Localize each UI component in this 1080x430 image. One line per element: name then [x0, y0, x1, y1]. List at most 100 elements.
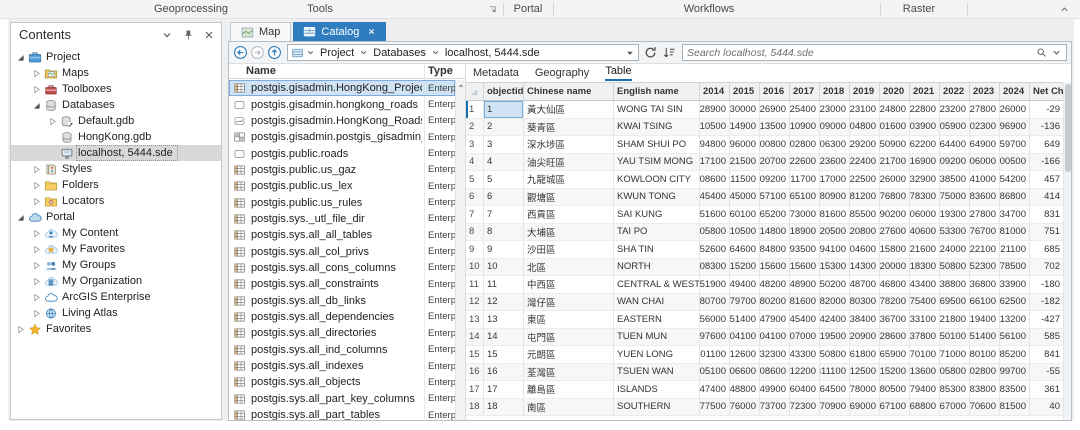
- cell-year-2018[interactable]: 182000: [820, 294, 850, 312]
- cell-year-2024[interactable]: 556100: [1000, 329, 1030, 347]
- cell-english-name[interactable]: TUEN MUN: [614, 329, 700, 347]
- cell-year-2024[interactable]: 454200: [1000, 171, 1030, 189]
- cell-year-2019[interactable]: 314300: [850, 259, 880, 277]
- row-number[interactable]: 5: [466, 171, 484, 189]
- cell-year-2023[interactable]: 427800: [970, 101, 1000, 119]
- cell-year-2019[interactable]: 178000: [850, 381, 880, 399]
- cell-english-name[interactable]: EASTERN: [614, 311, 700, 329]
- cell-year-2023[interactable]: 683600: [970, 189, 1000, 207]
- column-header-type[interactable]: Type: [428, 65, 453, 77]
- cell-year-2021[interactable]: 533100: [910, 311, 940, 329]
- cell-chinese-name[interactable]: 九龍城區: [524, 171, 614, 189]
- cell-net-change[interactable]: -166: [1030, 154, 1063, 172]
- cell-year-2021[interactable]: 179400: [910, 381, 940, 399]
- cell-chinese-name[interactable]: 灣仔區: [524, 294, 614, 312]
- cell-year-2015[interactable]: 249400: [730, 276, 760, 294]
- cell-year-2021[interactable]: 422800: [910, 101, 940, 119]
- cell-year-2016[interactable]: 426900: [760, 101, 790, 119]
- cell-chinese-name[interactable]: 深水埗區: [524, 136, 614, 154]
- cell-chinese-name[interactable]: 大埔區: [524, 224, 614, 242]
- ribbon-collapse-icon[interactable]: [1059, 4, 1070, 15]
- cell-objectid[interactable]: 2: [484, 119, 524, 137]
- cell-year-2015[interactable]: 551400: [730, 311, 760, 329]
- cell-year-2022[interactable]: 238800: [940, 276, 970, 294]
- list-item[interactable]: postgis.sys.all_directoriesEnterprise: [229, 325, 455, 341]
- row-number[interactable]: 17: [466, 381, 484, 399]
- cell-year-2022[interactable]: 423200: [940, 101, 970, 119]
- cell-chinese-name[interactable]: 屯門區: [524, 329, 614, 347]
- cell-year-2016[interactable]: 513500: [760, 119, 790, 137]
- cell-year-2021[interactable]: 678300: [910, 189, 940, 207]
- cell-year-2016[interactable]: 409200: [760, 171, 790, 189]
- cell-year-2016[interactable]: 314800: [760, 224, 790, 242]
- cell-english-name[interactable]: SHA TIN: [614, 241, 700, 259]
- expand-arrow-icon[interactable]: [31, 84, 42, 95]
- row-number[interactable]: 8: [466, 224, 484, 242]
- cell-year-2019[interactable]: 538400: [850, 311, 880, 329]
- cell-year-2014[interactable]: 317100: [700, 154, 730, 172]
- cell-english-name[interactable]: KOWLOON CITY: [614, 171, 700, 189]
- cell-year-2022[interactable]: 169500: [940, 294, 970, 312]
- cell-year-2015[interactable]: 504100: [730, 329, 760, 347]
- cell-objectid[interactable]: 10: [484, 259, 524, 277]
- cell-chinese-name[interactable]: 油尖旺區: [524, 154, 614, 172]
- tree-item-portal[interactable]: Portal: [11, 209, 221, 225]
- cell-year-2019[interactable]: 485500: [850, 206, 880, 224]
- cell-english-name[interactable]: WONG TAI SIN: [614, 101, 700, 119]
- preview-tab-geography[interactable]: Geography: [535, 67, 589, 81]
- row-number[interactable]: 4: [466, 154, 484, 172]
- column-header-2022[interactable]: 2022: [940, 83, 970, 101]
- cell-objectid[interactable]: 17: [484, 381, 524, 399]
- column-header-name[interactable]: Name: [246, 65, 276, 77]
- row-number[interactable]: 3: [466, 136, 484, 154]
- cell-year-2024[interactable]: 183500: [1000, 381, 1030, 399]
- cell-year-2014[interactable]: 451600: [700, 206, 730, 224]
- cell-year-2022[interactable]: 309200: [940, 154, 970, 172]
- cell-objectid[interactable]: 14: [484, 329, 524, 347]
- column-header-english-name[interactable]: English name: [614, 83, 700, 101]
- cell-year-2021[interactable]: 432900: [910, 171, 940, 189]
- tree-item-project[interactable]: Project: [11, 49, 221, 65]
- close-tab-icon[interactable]: [367, 27, 376, 36]
- cell-year-2022[interactable]: 464400: [940, 136, 970, 154]
- cell-year-2024[interactable]: 381000: [1000, 224, 1030, 242]
- row-number[interactable]: 10: [466, 259, 484, 277]
- column-header-net-chan[interactable]: Net Chan: [1030, 83, 1063, 101]
- list-item[interactable]: postgis.gisadmin.HongKong_ProjectedPop..…: [229, 80, 455, 96]
- cell-net-change[interactable]: -55: [1030, 364, 1063, 382]
- cell-year-2015[interactable]: 664600: [730, 241, 760, 259]
- cell-year-2021[interactable]: 537800: [910, 329, 940, 347]
- cell-year-2014[interactable]: 510500: [700, 119, 730, 137]
- tree-item-maps[interactable]: Maps: [11, 65, 221, 81]
- cell-objectid[interactable]: 15: [484, 346, 524, 364]
- column-header-2017[interactable]: 2017: [790, 83, 820, 101]
- cell-year-2022[interactable]: 185300: [940, 381, 970, 399]
- cell-chinese-name[interactable]: 觀塘區: [524, 189, 614, 207]
- cell-english-name[interactable]: SAI KUNG: [614, 206, 700, 224]
- cell-objectid[interactable]: 1: [484, 101, 524, 119]
- cell-year-2017[interactable]: 545400: [790, 311, 820, 329]
- cell-english-name[interactable]: SHAM SHUI PO: [614, 136, 700, 154]
- cell-year-2014[interactable]: 394800: [700, 136, 730, 154]
- cell-year-2014[interactable]: 497600: [700, 329, 730, 347]
- cell-year-2024[interactable]: 378500: [1000, 259, 1030, 277]
- cell-year-2022[interactable]: 438500: [940, 171, 970, 189]
- cell-net-change[interactable]: 685: [1030, 241, 1063, 259]
- cell-year-2018[interactable]: 164500: [820, 381, 850, 399]
- expand-arrow-icon[interactable]: [31, 292, 42, 303]
- cell-objectid[interactable]: 5: [484, 171, 524, 189]
- preview-tab-table[interactable]: Table: [605, 65, 631, 81]
- tree-item-toolboxes[interactable]: Toolboxes: [11, 81, 221, 97]
- cell-year-2022[interactable]: 305800: [940, 364, 970, 382]
- cell-year-2016[interactable]: 248200: [760, 276, 790, 294]
- expand-arrow-icon[interactable]: [47, 116, 58, 127]
- cell-year-2017[interactable]: 643300: [790, 346, 820, 364]
- cell-year-2022[interactable]: 350800: [940, 259, 970, 277]
- cell-year-2023[interactable]: 441000: [970, 171, 1000, 189]
- cell-year-2019[interactable]: 681200: [850, 189, 880, 207]
- cell-english-name[interactable]: SOUTHERN: [614, 399, 700, 417]
- cell-year-2018[interactable]: 509000: [820, 119, 850, 137]
- cell-year-2022[interactable]: 521800: [940, 311, 970, 329]
- cell-year-2015[interactable]: 612600: [730, 346, 760, 364]
- cell-year-2024[interactable]: 299700: [1000, 364, 1030, 382]
